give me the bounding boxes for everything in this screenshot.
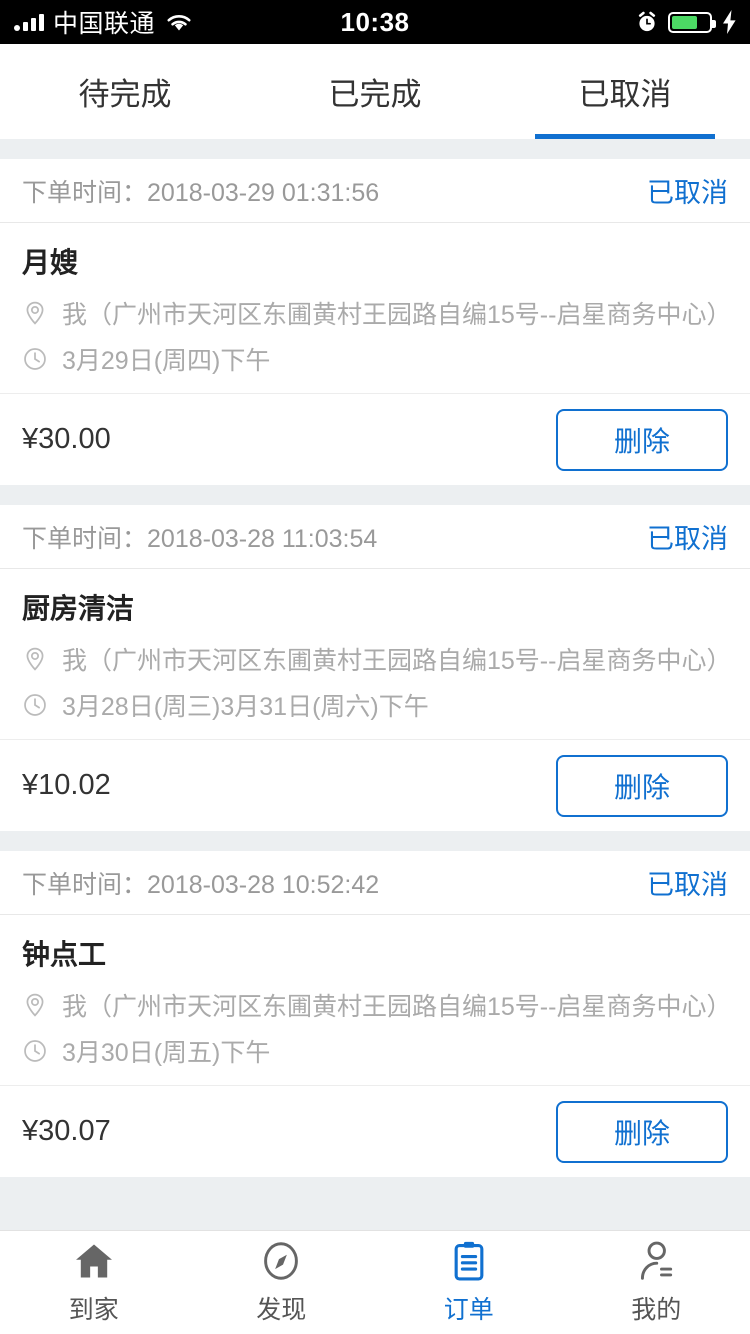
order-card[interactable]: 下单时间：2018-03-29 01:31:56 已取消 月嫂 我（广州市天河区… bbox=[0, 159, 750, 485]
service-title: 月嫂 bbox=[22, 247, 79, 278]
location-pin-icon bbox=[26, 301, 44, 325]
order-time: 下单时间：2018-03-28 10:52:42 bbox=[22, 870, 380, 899]
status-bar: 中国联通 10:38 bbox=[0, 0, 750, 44]
tabbar-item-orders[interactable]: 订单 bbox=[375, 1239, 563, 1326]
order-status-tabs: 待完成 已完成 已取消 bbox=[0, 44, 750, 139]
tab-pending[interactable]: 待完成 bbox=[0, 44, 250, 139]
tabbar-label: 到家 bbox=[68, 1296, 119, 1324]
tab-completed[interactable]: 已完成 bbox=[250, 44, 500, 139]
delete-button[interactable]: 删除 bbox=[556, 1100, 728, 1163]
service-title: 厨房清洁 bbox=[22, 593, 135, 624]
home-icon bbox=[75, 1244, 112, 1278]
tabbar-label: 我的 bbox=[631, 1296, 682, 1324]
tab-label: 待完成 bbox=[78, 77, 172, 112]
order-card[interactable]: 下单时间：2018-03-28 11:03:54 已取消 厨房清洁 我（广州市天… bbox=[0, 505, 750, 831]
order-body: 钟点工 我（广州市天河区东圃黄村王园路自编15号--启星商务中心） 3月30日(… bbox=[0, 915, 750, 1085]
schedule-row: 3月29日(周四)下午 bbox=[22, 341, 728, 377]
clock-time: 10:38 bbox=[340, 6, 410, 37]
schedule-row: 3月28日(周三)3月31日(周六)下午 bbox=[22, 687, 728, 723]
address-text: 我（广州市天河区东圃黄村王园路自编15号--启星商务中心） bbox=[62, 993, 732, 1021]
address-row: 我（广州市天河区东圃黄村王园路自编15号--启星商务中心） bbox=[22, 641, 732, 677]
battery-icon bbox=[668, 11, 716, 33]
order-body: 厨房清洁 我（广州市天河区东圃黄村王园路自编15号--启星商务中心） 3月28日… bbox=[0, 569, 750, 739]
schedule-text: 3月30日(周五)下午 bbox=[62, 1039, 271, 1067]
list-top-gap bbox=[0, 139, 750, 159]
order-price: ¥30.07 bbox=[22, 1115, 111, 1147]
order-list[interactable]: 下单时间：2018-03-29 01:31:56 已取消 月嫂 我（广州市天河区… bbox=[0, 139, 750, 1230]
order-footer: ¥30.00 删除 bbox=[0, 393, 750, 485]
tabbar-item-profile[interactable]: 我的 bbox=[563, 1239, 750, 1326]
order-header: 下单时间：2018-03-28 11:03:54 已取消 bbox=[0, 505, 750, 569]
status-badge: 已取消 bbox=[647, 870, 728, 900]
schedule-text: 3月28日(周三)3月31日(周六)下午 bbox=[62, 693, 429, 721]
location-pin-icon bbox=[26, 647, 44, 671]
tabbar-label: 发现 bbox=[256, 1296, 307, 1324]
address-text: 我（广州市天河区东圃黄村王园路自编15号--启星商务中心） bbox=[62, 301, 732, 329]
tab-label: 已取消 bbox=[578, 77, 672, 112]
address-row: 我（广州市天河区东圃黄村王园路自编15号--启星商务中心） bbox=[22, 295, 732, 331]
status-badge: 已取消 bbox=[647, 524, 728, 554]
location-pin-icon bbox=[26, 993, 44, 1017]
schedule-text: 3月29日(周四)下午 bbox=[62, 347, 271, 375]
service-title: 钟点工 bbox=[22, 939, 107, 970]
clock-icon bbox=[24, 1040, 46, 1062]
status-badge: 已取消 bbox=[647, 178, 728, 208]
delete-button[interactable]: 删除 bbox=[556, 408, 728, 471]
card-gap bbox=[0, 485, 750, 505]
clock-icon bbox=[24, 694, 46, 716]
delete-button[interactable]: 删除 bbox=[556, 754, 728, 817]
tab-label: 已完成 bbox=[328, 77, 422, 112]
address-row: 我（广州市天河区东圃黄村王园路自编15号--启星商务中心） bbox=[22, 987, 732, 1023]
tabbar-item-home[interactable]: 到家 bbox=[0, 1239, 188, 1326]
clipboard-icon bbox=[454, 1241, 484, 1281]
tabbar-label: 订单 bbox=[443, 1296, 494, 1324]
address-text: 我（广州市天河区东圃黄村王园路自编15号--启星商务中心） bbox=[62, 647, 732, 675]
schedule-row: 3月30日(周五)下午 bbox=[22, 1033, 728, 1069]
order-footer: ¥10.02 删除 bbox=[0, 739, 750, 831]
order-price: ¥10.02 bbox=[22, 769, 111, 801]
order-footer: ¥30.07 删除 bbox=[0, 1085, 750, 1177]
person-icon bbox=[641, 1241, 673, 1280]
tab-cancelled[interactable]: 已取消 bbox=[500, 44, 750, 139]
card-gap bbox=[0, 831, 750, 851]
order-time: 下单时间：2018-03-29 01:31:56 bbox=[22, 178, 380, 207]
phone-screen: 中国联通 10:38 待完成 已完成 已取消 下单时间：2018-03-29 0… bbox=[0, 0, 750, 1334]
order-header: 下单时间：2018-03-29 01:31:56 已取消 bbox=[0, 159, 750, 223]
compass-icon bbox=[264, 1242, 299, 1280]
order-body: 月嫂 我（广州市天河区东圃黄村王园路自编15号--启星商务中心） 3月29日(周… bbox=[0, 223, 750, 393]
bottom-tab-bar: 到家 发现 订单 我的 bbox=[0, 1230, 750, 1334]
order-time: 下单时间：2018-03-28 11:03:54 bbox=[22, 524, 378, 553]
order-card[interactable]: 下单时间：2018-03-28 10:52:42 已取消 钟点工 我（广州市天河… bbox=[0, 851, 750, 1177]
tabbar-item-discover[interactable]: 发现 bbox=[188, 1239, 376, 1326]
order-header: 下单时间：2018-03-28 10:52:42 已取消 bbox=[0, 851, 750, 915]
clock-icon bbox=[24, 348, 46, 370]
order-price: ¥30.00 bbox=[22, 423, 111, 455]
